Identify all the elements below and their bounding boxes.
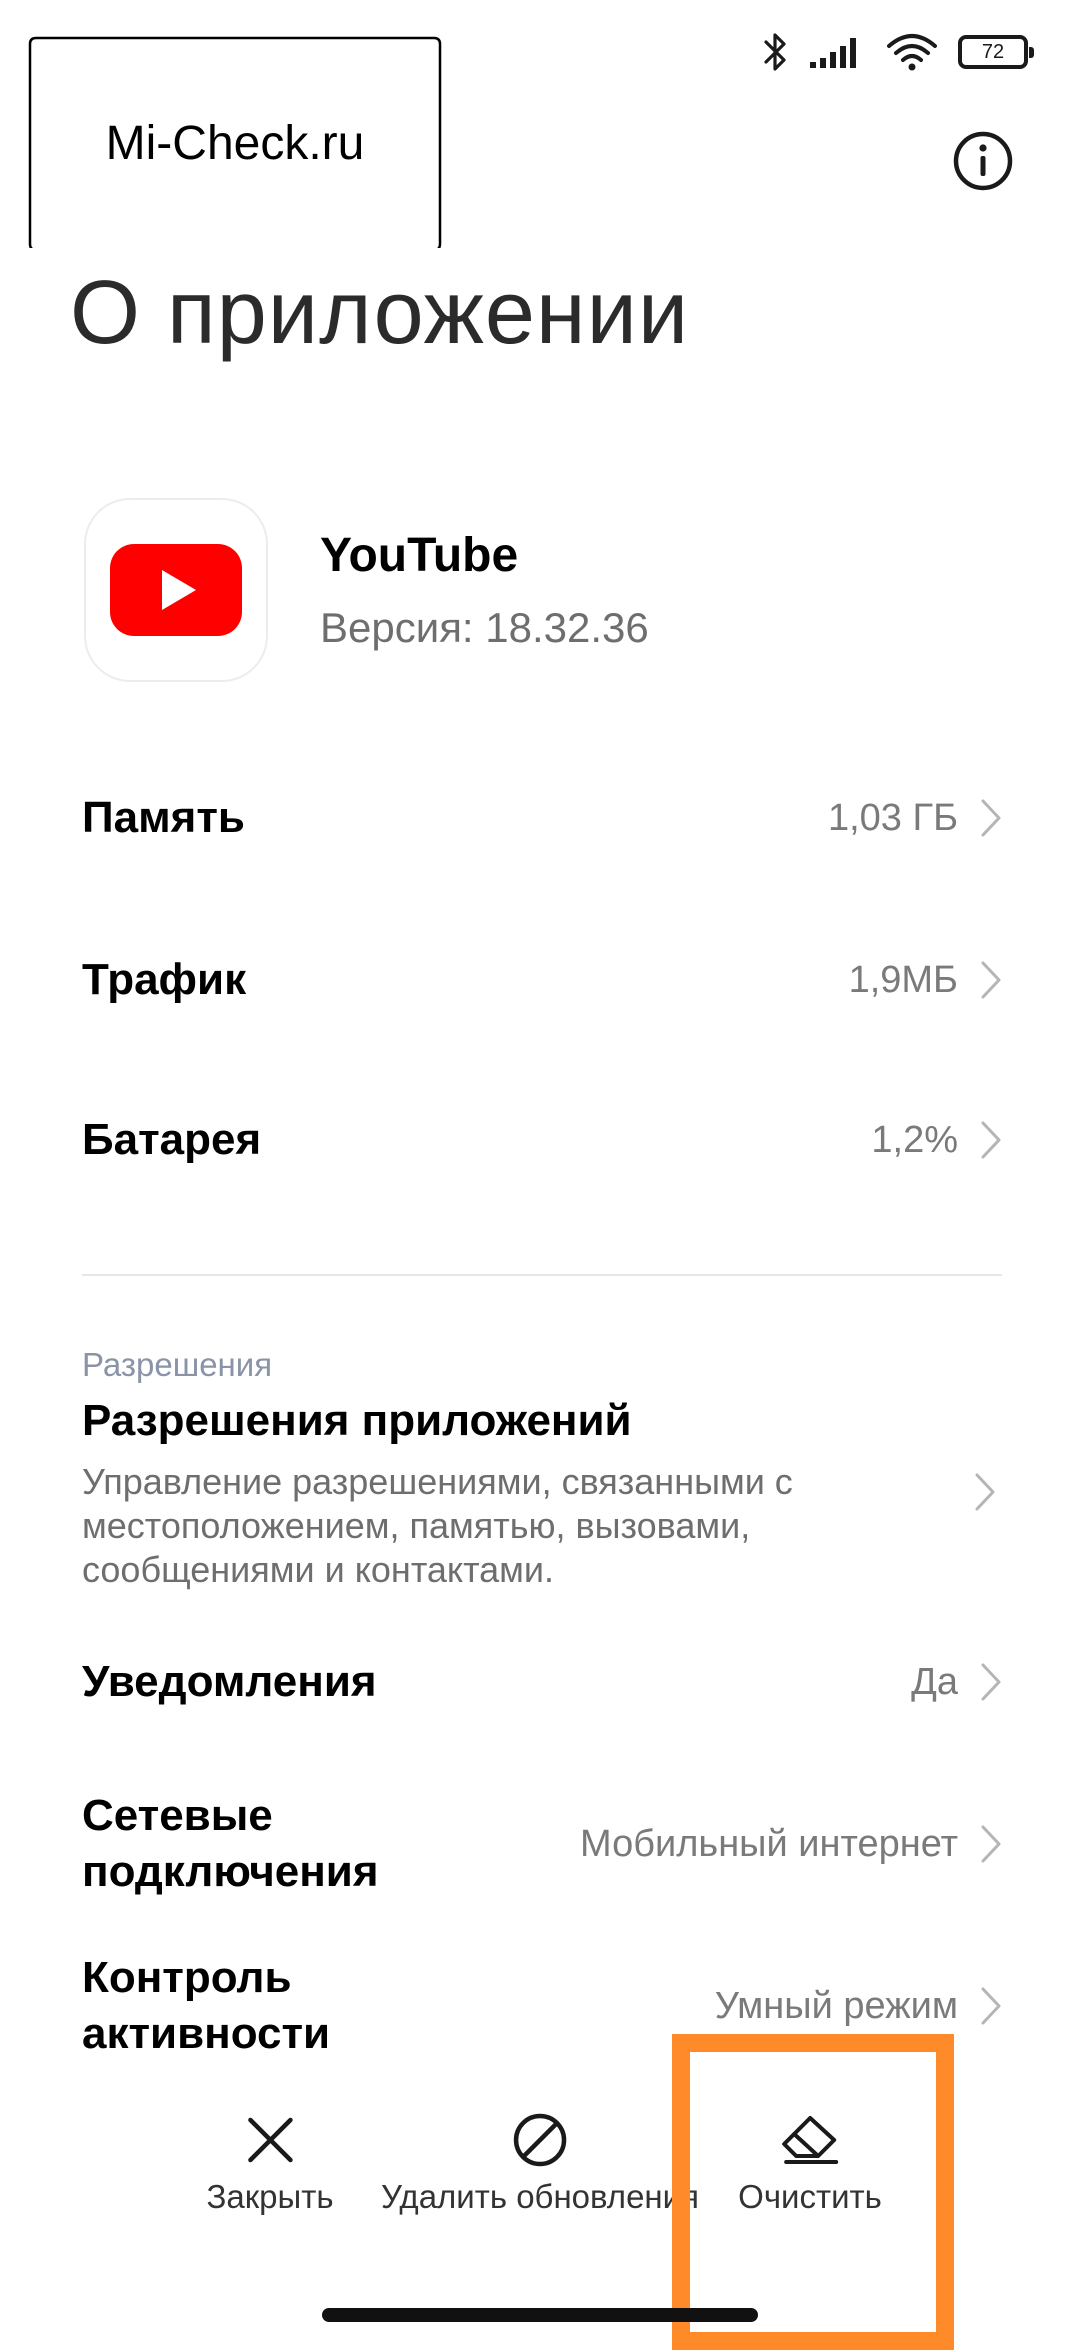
chevron-right-icon bbox=[975, 1473, 995, 1511]
chevron-right-icon bbox=[981, 1121, 1001, 1159]
row-memory[interactable]: Память 1,03 ГБ bbox=[82, 790, 1002, 846]
wifi-icon bbox=[886, 32, 938, 72]
battery-level: 72 bbox=[981, 41, 1005, 63]
row-value: 1,2% bbox=[871, 1118, 958, 1161]
signal-icon bbox=[810, 34, 866, 70]
row-value: 1,9МБ bbox=[848, 958, 958, 1001]
chevron-right-icon bbox=[981, 799, 1001, 837]
row-title: Контроль активности bbox=[82, 1953, 331, 2058]
bluetooth-icon bbox=[762, 30, 790, 74]
row-value: 1,03 ГБ bbox=[827, 796, 958, 839]
home-indicator[interactable] bbox=[322, 2308, 758, 2322]
permissions-description: Управление разрешениями, связанными с ме… bbox=[82, 1461, 793, 1590]
row-title: Уведомления bbox=[82, 1657, 377, 1706]
status-bar: 72 bbox=[762, 24, 1034, 80]
page-title: О приложении bbox=[70, 263, 690, 363]
chevron-right-icon bbox=[981, 1825, 1001, 1863]
divider bbox=[82, 1274, 1002, 1276]
app-version: Версия: 18.32.36 bbox=[320, 604, 649, 651]
close-icon bbox=[247, 2117, 293, 2163]
row-value: Умный режим bbox=[714, 1984, 958, 2027]
uninstall-updates-button[interactable]: Удалить обновления bbox=[381, 2112, 699, 2216]
row-value: Да bbox=[911, 1660, 958, 1703]
chevron-right-icon bbox=[981, 1987, 1001, 2025]
highlight-annotation bbox=[672, 2034, 954, 2350]
permissions-title: Разрешения приложений bbox=[82, 1396, 632, 1445]
row-battery[interactable]: Батарея 1,2% bbox=[82, 1112, 1002, 1168]
row-title: Сетевые подключения bbox=[82, 1791, 379, 1896]
row-title: Батарея bbox=[82, 1115, 262, 1164]
block-icon bbox=[513, 2113, 567, 2167]
close-button[interactable]: Закрыть bbox=[206, 2112, 334, 2216]
uninstall-updates-button-label: Удалить обновления bbox=[381, 2178, 699, 2215]
chevron-right-icon bbox=[981, 961, 1001, 999]
battery-icon: 72 bbox=[958, 35, 1034, 69]
row-traffic[interactable]: Трафик 1,9МБ bbox=[82, 952, 1002, 1008]
chevron-right-icon bbox=[981, 1663, 1001, 1701]
close-button-label: Закрыть bbox=[206, 2178, 334, 2215]
row-value: Мобильный интернет bbox=[580, 1822, 958, 1865]
youtube-logo-icon bbox=[86, 500, 266, 680]
watermark-callout: Mi-Check.ru bbox=[28, 36, 442, 248]
row-title: Трафик bbox=[82, 955, 247, 1004]
info-icon[interactable] bbox=[952, 130, 1014, 192]
app-name: YouTube bbox=[320, 529, 519, 582]
row-title: Память bbox=[82, 793, 245, 842]
watermark-text: Mi-Check.ru bbox=[105, 117, 365, 170]
row-network-connections[interactable]: Сетевые подключения Мобильный интернет bbox=[82, 1788, 1002, 1900]
row-notifications[interactable]: Уведомления Да bbox=[82, 1654, 1002, 1710]
section-label-permissions: Разрешения bbox=[82, 1346, 273, 1383]
